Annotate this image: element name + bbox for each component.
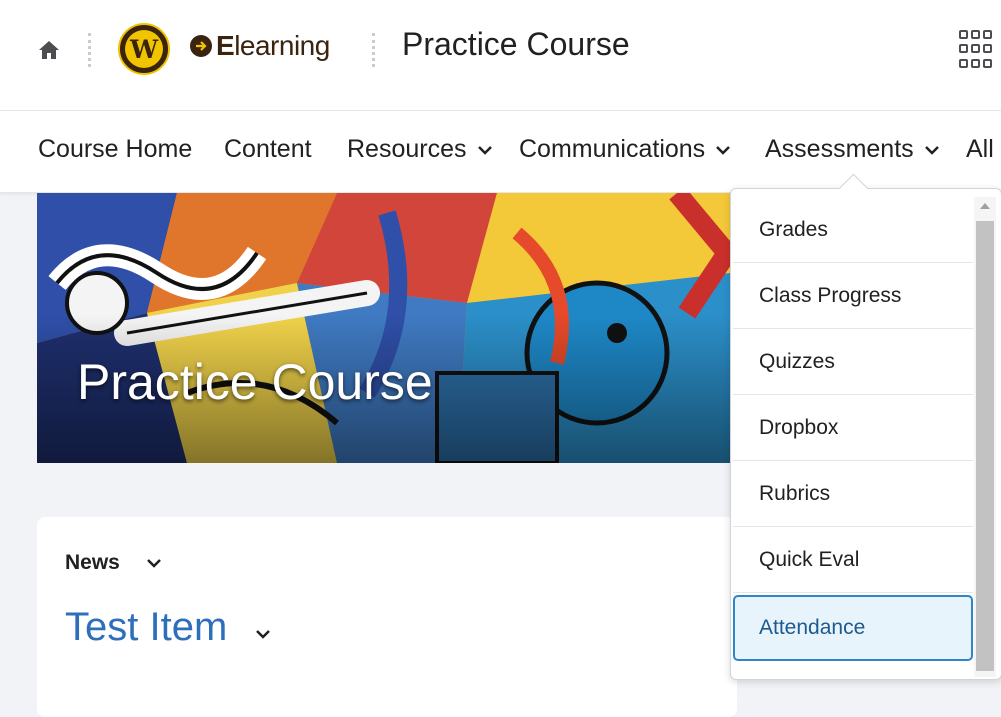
menu-item-quick-eval[interactable]: Quick Eval [733, 527, 973, 593]
chevron-down-icon[interactable] [255, 629, 271, 639]
nav-all[interactable]: All [966, 135, 994, 164]
course-banner-image: Practice Course [37, 193, 731, 463]
menu-item-dropbox[interactable]: Dropbox [733, 395, 973, 461]
arrow-right-circle-icon [190, 35, 212, 57]
menu-item-grades[interactable]: Grades [733, 197, 973, 263]
dropdown-scrollbar[interactable] [974, 197, 996, 677]
nav-course-home[interactable]: Course Home [38, 135, 192, 164]
elearning-brand[interactable]: Elearning [190, 30, 330, 62]
scroll-up-arrow-icon[interactable] [980, 203, 990, 209]
dropdown-list: Grades Class Progress Quizzes Dropbox Ru… [733, 197, 973, 661]
assessments-dropdown-menu: Grades Class Progress Quizzes Dropbox Ru… [730, 188, 1001, 680]
course-title[interactable]: Practice Course [402, 26, 630, 63]
header-divider [372, 33, 375, 67]
menu-item-attendance[interactable]: Attendance [733, 595, 973, 661]
chevron-down-icon [477, 145, 492, 155]
brand-name: Elearning [216, 30, 330, 61]
chevron-down-icon [924, 145, 939, 155]
menu-item-rubrics[interactable]: Rubrics [733, 461, 973, 527]
news-widget: News Test Item [37, 517, 737, 717]
scrollbar-thumb[interactable] [976, 221, 994, 671]
graffiti-mural-image [37, 193, 731, 463]
top-header: W Elearning Practice Course [0, 0, 1001, 111]
nav-communications[interactable]: Communications [519, 135, 731, 164]
nav-content[interactable]: Content [224, 135, 312, 164]
news-widget-header[interactable]: News [65, 551, 162, 575]
nav-assessments[interactable]: Assessments [765, 135, 940, 164]
app-launcher-icon[interactable] [959, 30, 999, 70]
university-logo[interactable]: W [118, 23, 170, 75]
menu-item-class-progress[interactable]: Class Progress [733, 263, 973, 329]
nav-resources[interactable]: Resources [347, 135, 493, 164]
banner-title: Practice Course [77, 354, 433, 410]
chevron-down-icon [716, 145, 731, 155]
home-icon[interactable] [37, 38, 61, 62]
chevron-down-icon[interactable] [146, 558, 162, 568]
logo-letter: W [125, 30, 163, 68]
header-divider [88, 33, 91, 67]
news-item-title[interactable]: Test Item [65, 605, 271, 650]
menu-item-quizzes[interactable]: Quizzes [733, 329, 973, 395]
